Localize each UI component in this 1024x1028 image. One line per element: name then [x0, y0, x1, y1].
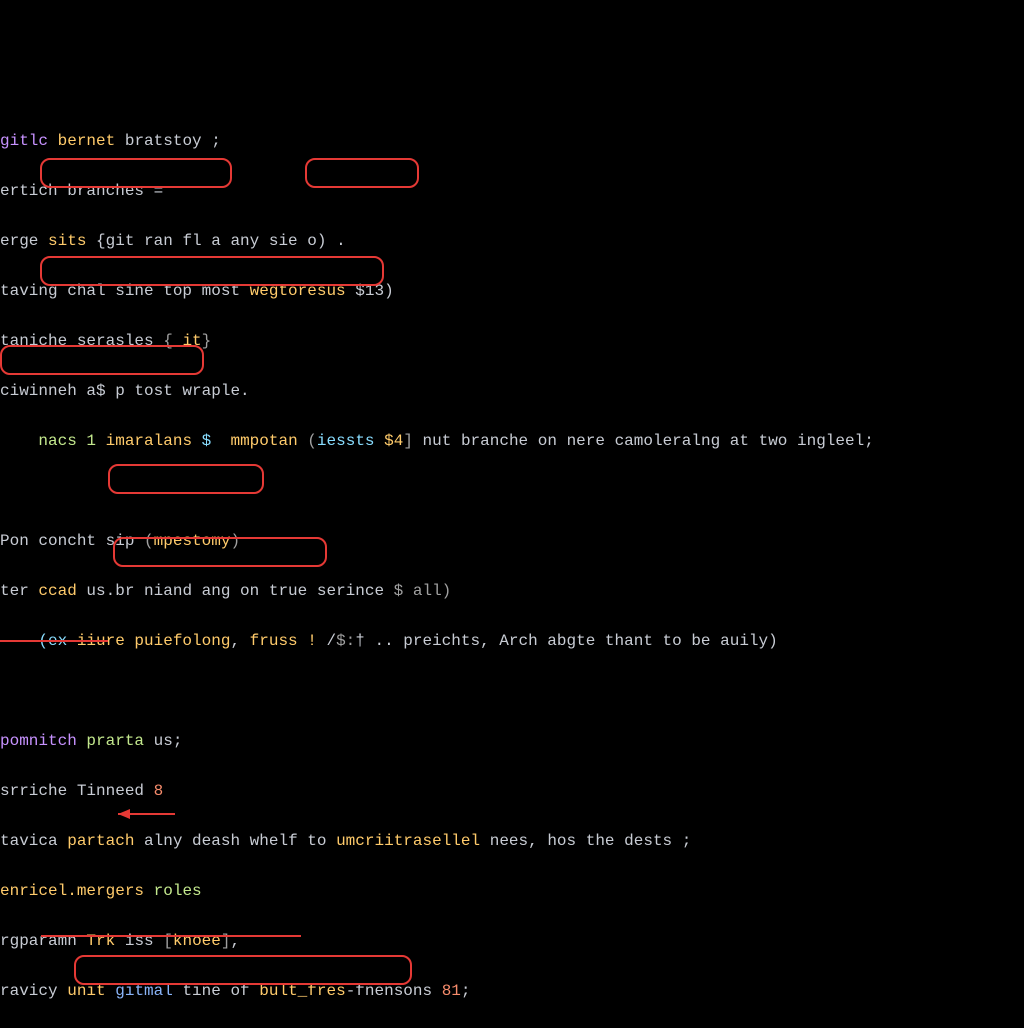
- token-br: $ all): [394, 582, 452, 600]
- token-id: $4: [384, 432, 403, 450]
- code-line: nacs 1 imaralans $ mmpotan (iessts $4] n…: [0, 429, 1024, 454]
- token-txt: $13): [346, 282, 394, 300]
- token-id: partach: [67, 832, 134, 850]
- token-id: bernet: [58, 132, 116, 150]
- token-txt: [144, 882, 154, 900]
- token-id: sits: [48, 232, 86, 250]
- token-txt: nut branche on nere camoleralng at two i…: [413, 432, 874, 450]
- token-br: {: [163, 332, 182, 350]
- code-line: ter ccad us.br niand ang on true serince…: [0, 579, 1024, 604]
- token-txt: taniche serasles: [0, 332, 163, 350]
- token-kw: gitlc: [0, 132, 48, 150]
- code-line: enricel.mergers roles: [0, 879, 1024, 904]
- token-txt: [0, 682, 10, 700]
- token-txt: {⁠git ran fl a any sie o) .: [86, 232, 345, 250]
- token-id: umcriitrasellel: [336, 832, 480, 850]
- token-txt: us.br niand ang on true serince: [86, 582, 393, 600]
- token-txt: [192, 432, 202, 450]
- token-txt: erge: [0, 232, 48, 250]
- token-br: ]: [403, 432, 413, 450]
- code-line: Pon concht sip (mpestomy): [0, 529, 1024, 554]
- token-id: mmpotan: [230, 432, 297, 450]
- token-txt: iss: [115, 932, 163, 950]
- token-txt: rgparamn: [0, 932, 86, 950]
- token-br: }: [202, 332, 212, 350]
- token-txt: ,: [230, 632, 249, 650]
- token-txt: Pon concht sip: [0, 532, 144, 550]
- code-line: erge sits {⁠git ran fl a any sie o) .: [0, 229, 1024, 254]
- token-txt: ciwinneh a$ p tost wraple.: [0, 382, 250, 400]
- code-line: (ex iiure puiefolong, fruss ! /$:† .. pr…: [0, 629, 1024, 654]
- code-line: pomnitch prarta us;: [0, 729, 1024, 754]
- code-line: rgparamn Trk iss [knoee],: [0, 929, 1024, 954]
- token-id: imaralans: [106, 432, 192, 450]
- token-txt: srriche Tinneed: [0, 782, 154, 800]
- token-id: bult_fres: [259, 982, 345, 1000]
- code-line: ciwinneh a$ p tost wraple.: [0, 379, 1024, 404]
- token-txt: [0, 632, 38, 650]
- token-txt: /: [326, 632, 336, 650]
- token-txt: ,: [230, 932, 240, 950]
- token-id: ccad: [38, 582, 86, 600]
- token-id: unit: [67, 982, 115, 1000]
- token-id: enricel.mergers: [0, 882, 144, 900]
- token-num: 81: [442, 982, 461, 1000]
- token-str: prarta: [86, 732, 144, 750]
- code-line: srriche Tinneed 8: [0, 779, 1024, 804]
- token-txt: alny deash whelf to: [134, 832, 336, 850]
- token-txt: -fnensons: [346, 982, 442, 1000]
- token-str: roles: [154, 882, 202, 900]
- token-op: iessts: [317, 432, 384, 450]
- code-line: [0, 679, 1024, 704]
- token-op: (ex: [38, 632, 76, 650]
- token-br: [: [163, 932, 173, 950]
- token-txt: tine of: [173, 982, 259, 1000]
- code-line: ravicy unit gitmal tine of bult_fres-fne…: [0, 979, 1024, 1004]
- token-br: (: [144, 532, 154, 550]
- token-str: nacs 1: [38, 432, 105, 450]
- token-txt: nees, hos the dests ;: [480, 832, 691, 850]
- code-line: taving chal sine top most wegtoresus $13…: [0, 279, 1024, 304]
- code-line: tavica partach alny deash whelf to umcri…: [0, 829, 1024, 854]
- token-fn: gitmal: [115, 982, 173, 1000]
- token-txt: [48, 132, 58, 150]
- token-id: fruss !: [250, 632, 327, 650]
- token-br: $:: [336, 632, 355, 650]
- token-txt: ter: [0, 582, 38, 600]
- code-line: gitlc bernet bratstoy ;: [0, 129, 1024, 154]
- token-id: iiure puiefolong: [77, 632, 231, 650]
- token-id: wegtoresus: [250, 282, 346, 300]
- code-line: taniche serasles { it}: [0, 329, 1024, 354]
- code-line: [0, 479, 1024, 504]
- token-txt: ravicy: [0, 982, 67, 1000]
- token-txt: bratstoy ;: [115, 132, 221, 150]
- token-id: mpestomy: [154, 532, 231, 550]
- token-id: it: [182, 332, 201, 350]
- token-txt: [0, 432, 38, 450]
- token-op: $: [202, 432, 231, 450]
- token-br: ): [230, 532, 240, 550]
- token-num: 8: [154, 782, 164, 800]
- token-txt: [77, 732, 87, 750]
- token-id: Trk: [86, 932, 115, 950]
- token-txt: ;: [461, 982, 471, 1000]
- token-kw: pomnitch: [0, 732, 77, 750]
- token-txt: us;: [144, 732, 182, 750]
- token-txt: † .. preichts, Arch abgte thant to be au…: [355, 632, 777, 650]
- token-txt: [0, 482, 10, 500]
- token-txt: tavica: [0, 832, 67, 850]
- token-txt: taving chal sine top most: [0, 282, 250, 300]
- token-br: (: [307, 432, 317, 450]
- token-txt: ertich branches =: [0, 182, 163, 200]
- code-line: ertich branches =: [0, 179, 1024, 204]
- token-id: knoee: [173, 932, 221, 950]
- token-txt: [298, 432, 308, 450]
